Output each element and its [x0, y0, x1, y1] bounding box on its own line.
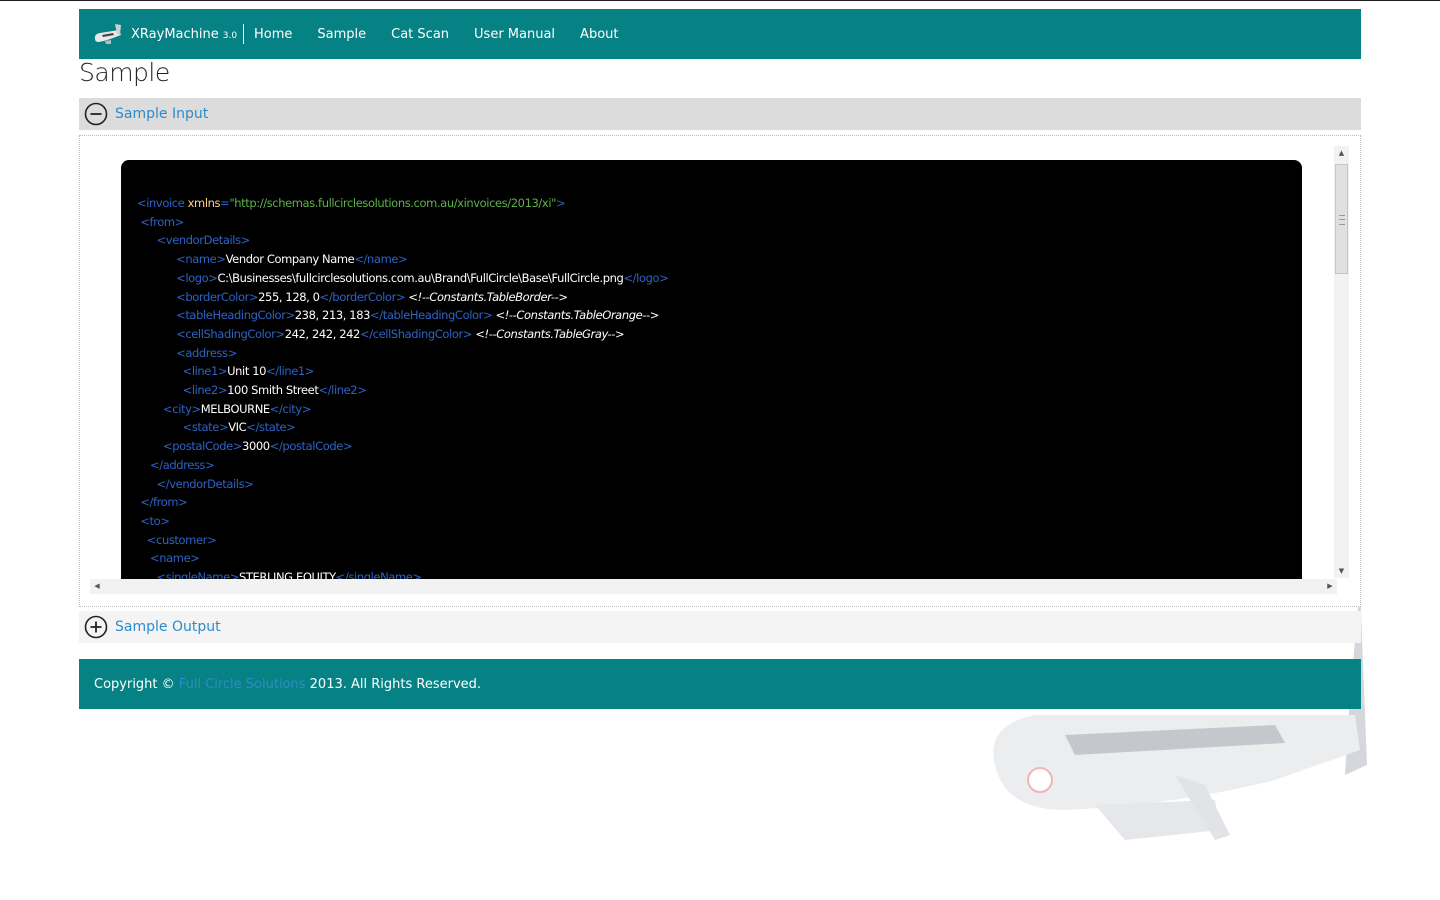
scroll-down-arrow-icon[interactable]: ▼: [1334, 564, 1349, 578]
code-line: <tableHeadingColor>238, 213, 183</tableH…: [176, 308, 660, 323]
code-line: <line1>Unit 10</line1>: [182, 364, 315, 379]
copyright-text: Copyright © Full Circle Solutions 2013. …: [94, 677, 481, 692]
sample-output-title: Sample Output: [115, 619, 221, 635]
code-line: <cellShadingColor>242, 242, 242</cellSha…: [176, 326, 625, 341]
code-line: <logo>C:\Businesses\fullcirclesolutions.…: [176, 270, 669, 285]
vertical-scrollbar[interactable]: ▲ ▼: [1334, 146, 1349, 578]
copyright-suffix: 2013. All Rights Reserved.: [305, 676, 482, 692]
top-border-line: [0, 0, 1440, 1]
code-line: <invoice xmlns="http://schemas.fullcircl…: [137, 196, 566, 210]
brand-version: 3.0: [222, 31, 238, 41]
code-line: <name>Vendor Company Name</name>: [176, 252, 408, 267]
code-line: </address>: [150, 457, 215, 472]
xml-code-viewer[interactable]: <invoice xmlns="http://schemas.fullcircl…: [121, 160, 1302, 580]
sample-input-accordion-header[interactable]: Sample Input: [79, 98, 1361, 130]
nav-about[interactable]: About: [580, 27, 618, 42]
scroll-up-arrow-icon[interactable]: ▲: [1334, 146, 1349, 160]
code-line: <postalCode>3000</postalCode>: [163, 439, 353, 454]
brand-divider: [243, 24, 244, 44]
nav-cat-scan[interactable]: Cat Scan: [391, 27, 449, 42]
nav-home[interactable]: Home: [254, 27, 292, 42]
vertical-scroll-thumb[interactable]: [1335, 164, 1348, 274]
sample-input-title: Sample Input: [115, 106, 209, 122]
brand[interactable]: XRayMachine 3.0: [93, 9, 237, 59]
code-line: <borderColor>255, 128, 0</borderColor> <…: [176, 289, 568, 304]
xml-code: <invoice xmlns="http://schemas.fullcircl…: [137, 194, 669, 580]
nav-sample[interactable]: Sample: [317, 27, 366, 42]
minus-circle-icon[interactable]: [84, 102, 108, 126]
code-line: <name>: [150, 551, 200, 566]
code-line: <line2>100 Smith Street</line2>: [182, 383, 367, 398]
code-line: <city>MELBOURNE</city>: [163, 401, 311, 416]
main-nav: Home Sample Cat Scan User Manual About: [254, 9, 631, 59]
horizontal-scrollbar[interactable]: ◀ ▶: [90, 579, 1337, 594]
code-line: <address>: [176, 345, 237, 360]
scroll-left-arrow-icon[interactable]: ◀: [90, 579, 104, 594]
plus-circle-icon[interactable]: [84, 615, 108, 639]
xray-machine-logo-icon: [94, 24, 121, 44]
top-navbar: XRayMachine 3.0 Home Sample Cat Scan Use…: [79, 9, 1361, 59]
code-line: <to>: [140, 513, 170, 528]
page-title: Sample: [79, 58, 170, 87]
code-line: <state>VIC</state>: [182, 420, 296, 435]
nav-user-manual[interactable]: User Manual: [474, 27, 555, 42]
copyright-prefix: Copyright ©: [94, 676, 179, 692]
brand-name: XRayMachine: [131, 26, 219, 42]
code-line: </vendorDetails>: [156, 476, 254, 491]
footer: Copyright © Full Circle Solutions 2013. …: [79, 659, 1361, 709]
code-line: <vendorDetails>: [156, 233, 251, 248]
code-line: <from>: [140, 214, 184, 229]
scroll-right-arrow-icon[interactable]: ▶: [1323, 579, 1337, 594]
full-circle-solutions-link[interactable]: Full Circle Solutions: [179, 677, 306, 692]
sample-output-accordion-header[interactable]: Sample Output: [79, 611, 1361, 643]
sample-input-panel: <invoice xmlns="http://schemas.fullcircl…: [79, 135, 1361, 607]
code-line: </from>: [140, 495, 188, 510]
code-line: <customer>: [146, 532, 217, 547]
